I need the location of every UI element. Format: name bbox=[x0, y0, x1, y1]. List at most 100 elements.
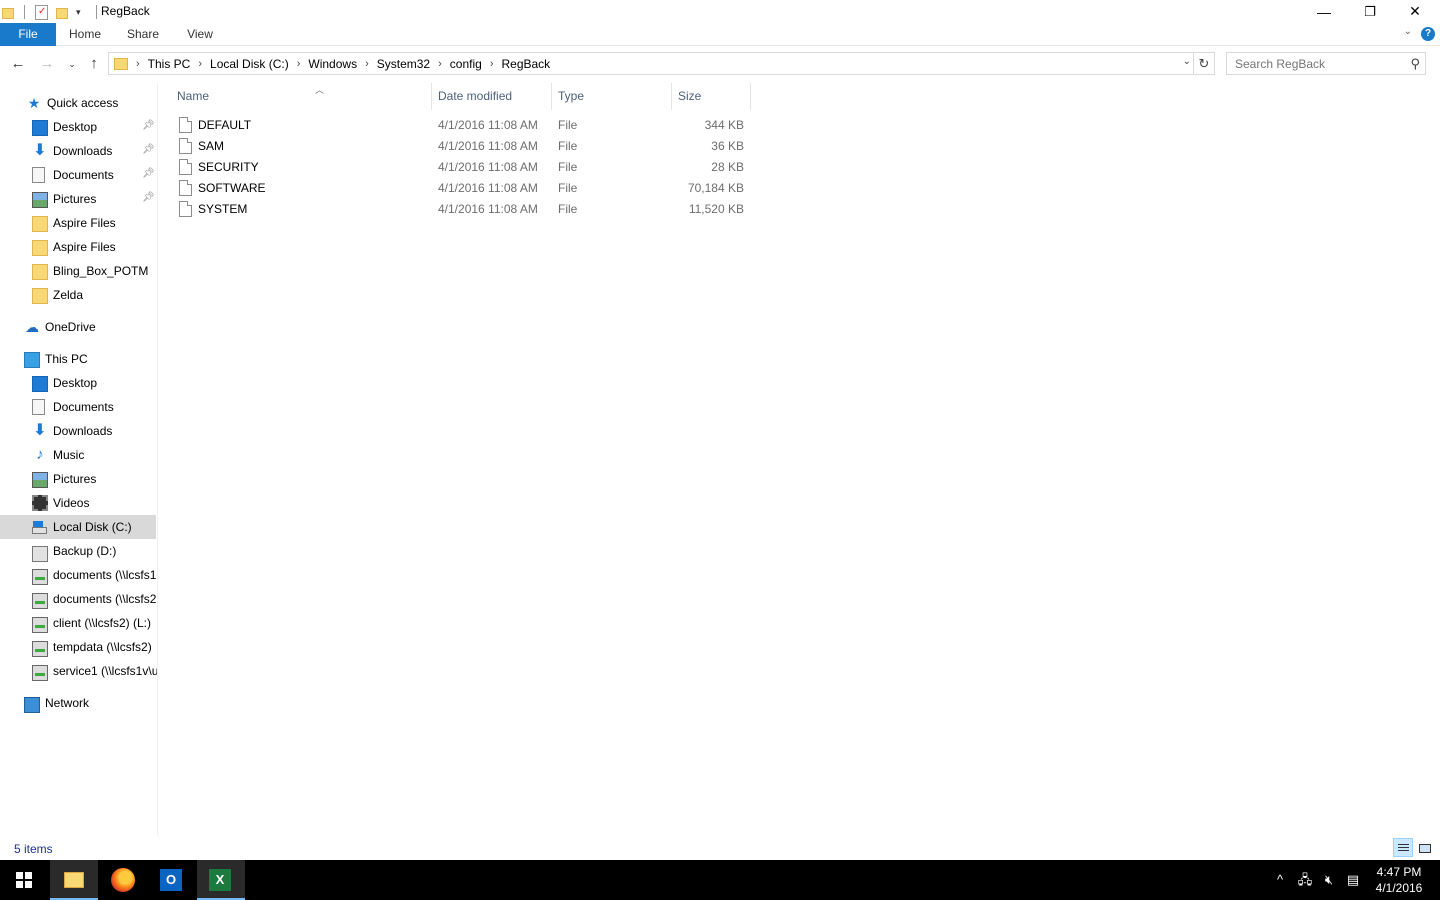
chevron-right-icon[interactable]: › bbox=[136, 58, 140, 70]
window-title: RegBack bbox=[101, 4, 150, 18]
chevron-right-icon[interactable]: › bbox=[198, 58, 202, 70]
taskbar-firefox[interactable] bbox=[99, 860, 147, 900]
file-row[interactable]: DEFAULT 4/1/2016 11:08 AM File 344 KB bbox=[176, 115, 750, 136]
taskbar-file-explorer[interactable] bbox=[50, 860, 98, 900]
breadcrumb-this-pc[interactable]: This PC bbox=[148, 57, 191, 71]
breadcrumb-regback[interactable]: RegBack bbox=[501, 57, 550, 71]
column-divider[interactable] bbox=[431, 83, 432, 110]
breadcrumb-windows[interactable]: Windows bbox=[308, 57, 357, 71]
breadcrumb-config[interactable]: config bbox=[450, 57, 482, 71]
file-name: SAM bbox=[198, 139, 225, 153]
nav-item-pc-desktop[interactable]: Desktop bbox=[0, 371, 157, 395]
nav-item-pc-music[interactable]: ♪ Music bbox=[0, 443, 157, 467]
details-view-icon[interactable] bbox=[1393, 838, 1413, 857]
nav-item-pc-documents[interactable]: Documents bbox=[0, 395, 157, 419]
nav-item-documents[interactable]: Documents 📌︎ bbox=[0, 163, 157, 187]
expand-ribbon-icon[interactable]: ⌄ bbox=[1404, 26, 1412, 37]
nav-item-tempdata[interactable]: tempdata (\\lcsfs2) bbox=[0, 635, 157, 659]
nav-item-pictures[interactable]: Pictures 📌︎ bbox=[0, 187, 157, 211]
volume-muted-icon[interactable]: 🔇︎ bbox=[1318, 860, 1340, 900]
folder-icon bbox=[32, 263, 48, 280]
nav-item-local-disk[interactable]: Local Disk (C:) bbox=[0, 515, 156, 539]
breadcrumb-local-disk[interactable]: Local Disk (C:) bbox=[210, 57, 289, 71]
nav-label: Pictures bbox=[53, 192, 97, 206]
column-divider[interactable] bbox=[750, 83, 751, 110]
back-arrow-icon[interactable]: ← bbox=[8, 54, 28, 74]
start-button[interactable] bbox=[0, 860, 48, 900]
file-row[interactable]: SAM 4/1/2016 11:08 AM File 36 KB bbox=[176, 136, 750, 157]
chevron-right-icon[interactable]: › bbox=[490, 58, 494, 70]
chevron-right-icon[interactable]: › bbox=[297, 58, 301, 70]
file-date: 4/1/2016 11:08 AM bbox=[438, 160, 538, 174]
pin-icon[interactable]: 📌︎ bbox=[142, 144, 155, 155]
nav-item-aspire-files[interactable]: Aspire Files bbox=[0, 211, 157, 235]
close-button[interactable]: ✕ bbox=[1392, 0, 1438, 23]
pin-icon[interactable]: 📌︎ bbox=[142, 192, 155, 203]
nav-item-desktop[interactable]: Desktop 📌︎ bbox=[0, 115, 157, 139]
nav-item-backup-d[interactable]: Backup (D:) bbox=[0, 539, 157, 563]
nav-network[interactable]: Network bbox=[0, 691, 157, 715]
column-divider[interactable] bbox=[551, 83, 552, 110]
nav-item-client-l[interactable]: client (\\lcsfs2) (L:) bbox=[0, 611, 157, 635]
file-name: DEFAULT bbox=[198, 118, 252, 132]
column-divider[interactable] bbox=[671, 83, 672, 110]
help-icon[interactable]: ? bbox=[1421, 27, 1435, 41]
show-hidden-icons-icon[interactable]: ^ bbox=[1270, 860, 1290, 900]
customize-toolbar-icon[interactable]: ▾ bbox=[76, 4, 92, 20]
pin-icon[interactable]: 📌︎ bbox=[142, 168, 155, 179]
tab-home[interactable]: Home bbox=[62, 23, 108, 46]
pin-icon[interactable]: 📌︎ bbox=[142, 120, 155, 131]
search-input[interactable] bbox=[1227, 53, 1397, 74]
nav-item-documents-lcsfs1[interactable]: documents (\\lcsfs1 bbox=[0, 563, 157, 587]
refresh-icon[interactable]: ↻ bbox=[1194, 52, 1215, 75]
downloads-icon: ⬇ bbox=[33, 142, 47, 159]
taskbar-outlook[interactable]: O bbox=[148, 860, 196, 900]
tab-view[interactable]: View bbox=[180, 23, 220, 46]
column-header-name[interactable]: Name ︿ bbox=[177, 83, 431, 110]
up-arrow-icon[interactable]: ↑ bbox=[84, 54, 104, 74]
minimize-button[interactable]: — bbox=[1301, 0, 1347, 23]
properties-icon[interactable]: ✓ bbox=[35, 5, 48, 20]
restore-button[interactable]: ❐ bbox=[1347, 0, 1393, 23]
nav-item-pc-downloads[interactable]: ⬇ Downloads bbox=[0, 419, 157, 443]
column-header-date[interactable]: Date modified bbox=[438, 83, 550, 110]
nav-item-pc-videos[interactable]: Videos bbox=[0, 491, 157, 515]
taskbar-clock[interactable]: 4:47 PM 4/1/2016 bbox=[1362, 864, 1436, 896]
nav-item-zelda[interactable]: Zelda bbox=[0, 283, 157, 307]
chevron-down-icon[interactable]: ⌄ bbox=[1183, 56, 1191, 67]
tab-file[interactable]: File bbox=[0, 23, 56, 46]
nav-item-downloads[interactable]: ⬇ Downloads 📌︎ bbox=[0, 139, 157, 163]
tab-share[interactable]: Share bbox=[122, 23, 164, 46]
recent-locations-icon[interactable]: ⌄ bbox=[62, 54, 82, 74]
nav-item-aspire-files-2[interactable]: Aspire Files bbox=[0, 235, 157, 259]
nav-item-bling-box[interactable]: Bling_Box_POTM bbox=[0, 259, 157, 283]
nav-item-service1[interactable]: service1 (\\lcsfs1v\u bbox=[0, 659, 157, 683]
desktop-icon bbox=[32, 376, 48, 392]
new-folder-icon[interactable] bbox=[56, 4, 72, 20]
chevron-right-icon[interactable]: › bbox=[438, 58, 442, 70]
address-bar[interactable]: › This PC › Local Disk (C:) › Windows › … bbox=[108, 52, 1194, 75]
search-box[interactable]: ⚲ bbox=[1226, 52, 1426, 75]
file-list[interactable]: Name ︿ Date modified Type Size DEFAULT 4… bbox=[159, 83, 1440, 835]
column-header-size[interactable]: Size bbox=[678, 83, 750, 110]
file-row[interactable]: SOFTWARE 4/1/2016 11:08 AM File 70,184 K… bbox=[176, 178, 750, 199]
network-status-icon[interactable]: 🖧︎ bbox=[1294, 860, 1316, 900]
nav-item-pc-pictures[interactable]: Pictures bbox=[0, 467, 157, 491]
nav-item-documents-lcsfs2[interactable]: documents (\\lcsfs2 bbox=[0, 587, 157, 611]
large-icons-view-icon[interactable] bbox=[1415, 838, 1435, 857]
nav-this-pc[interactable]: This PC bbox=[0, 347, 157, 371]
column-header-type[interactable]: Type bbox=[558, 83, 670, 110]
breadcrumb-system32[interactable]: System32 bbox=[377, 57, 430, 71]
file-row[interactable]: SECURITY 4/1/2016 11:08 AM File 28 KB bbox=[176, 157, 750, 178]
chevron-right-icon[interactable]: › bbox=[365, 58, 369, 70]
taskbar-excel[interactable]: X bbox=[197, 860, 245, 900]
forward-arrow-icon[interactable]: → bbox=[37, 54, 57, 74]
nav-onedrive[interactable]: ☁ OneDrive bbox=[0, 315, 157, 339]
folder-icon bbox=[114, 57, 128, 70]
file-row[interactable]: SYSTEM 4/1/2016 11:08 AM File 11,520 KB bbox=[176, 199, 750, 220]
action-center-icon[interactable]: ▤ bbox=[1342, 860, 1364, 900]
nav-quick-access[interactable]: ★ Quick access bbox=[0, 91, 157, 115]
navigation-pane[interactable]: ★ Quick access Desktop 📌︎ ⬇ Downloads 📌︎… bbox=[0, 83, 158, 835]
search-icon[interactable]: ⚲ bbox=[1410, 56, 1420, 72]
nav-label: Documents bbox=[53, 168, 114, 182]
